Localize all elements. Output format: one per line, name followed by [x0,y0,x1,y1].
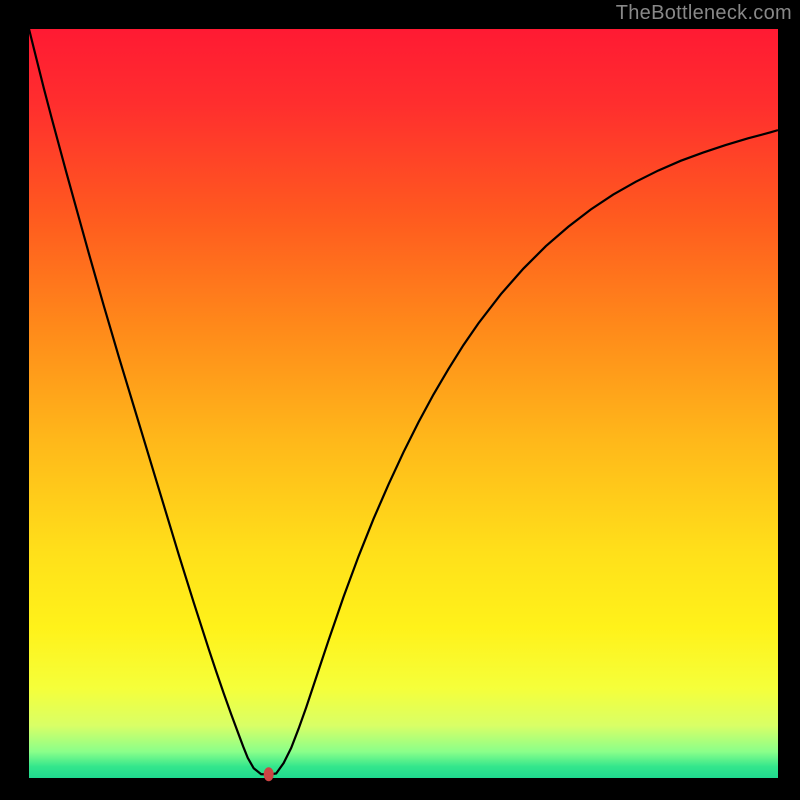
plot-background [29,29,778,778]
watermark-text: TheBottleneck.com [616,2,792,25]
optimal-point-marker [264,767,274,781]
chart-container: TheBottleneck.com [0,0,800,800]
bottleneck-chart [0,0,800,800]
